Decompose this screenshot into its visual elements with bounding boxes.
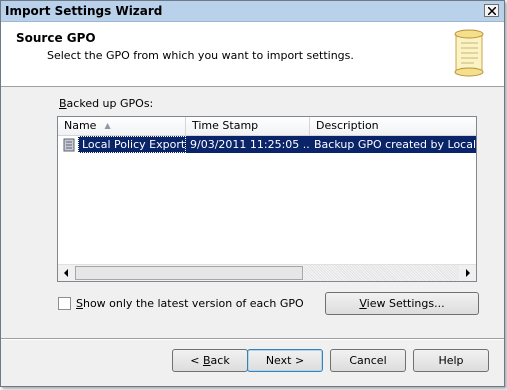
horizontal-scrollbar[interactable]: [58, 264, 476, 281]
sort-ascending-icon: ▲: [104, 121, 111, 130]
gpo-backup-icon: [63, 138, 75, 152]
scrollbar-thumb[interactable]: [75, 266, 303, 280]
close-icon: [488, 7, 496, 15]
row-timestamp: 9/03/2011 11:25:05 ...: [186, 136, 310, 153]
back-button[interactable]: < Back: [172, 349, 248, 372]
close-button[interactable]: [484, 4, 499, 17]
scrollbar-track[interactable]: [304, 265, 459, 281]
latest-version-label[interactable]: Show only the latest version of each GPO: [76, 297, 304, 310]
latest-version-checkbox[interactable]: [58, 297, 71, 310]
page-subtitle: Select the GPO from which you want to im…: [47, 49, 354, 62]
row-name: Local Policy Export: [78, 136, 186, 153]
scroll-left-button[interactable]: [58, 265, 74, 281]
arrow-right-icon: [466, 269, 470, 277]
column-header-timestamp[interactable]: Time Stamp: [186, 117, 310, 135]
title-bar[interactable]: Import Settings Wizard: [1, 1, 504, 22]
list-header: Name ▲ Time Stamp Description: [58, 117, 476, 136]
next-button[interactable]: Next >: [247, 349, 323, 372]
help-button[interactable]: Help: [413, 349, 489, 372]
backed-up-gpos-label: Backed up GPOs:: [59, 97, 154, 110]
arrow-left-icon: [64, 269, 68, 277]
list-item[interactable]: Local Policy Export 9/03/2011 11:25:05 .…: [58, 136, 476, 153]
cancel-button[interactable]: Cancel: [330, 349, 406, 372]
footer-separator: [1, 338, 504, 340]
wizard-header: Source GPO Select the GPO from which you…: [1, 22, 504, 87]
window-title: Import Settings Wizard: [5, 4, 163, 18]
page-title: Source GPO: [16, 31, 96, 45]
view-settings-button[interactable]: View Settings...: [325, 292, 479, 315]
row-description: Backup GPO created by LocalGPO: [310, 136, 476, 153]
scroll-right-button[interactable]: [460, 265, 476, 281]
column-header-description[interactable]: Description: [310, 117, 476, 135]
scroll-icon: [454, 29, 484, 77]
import-settings-wizard-window: Import Settings Wizard Source GPO Select…: [0, 0, 505, 387]
column-header-name[interactable]: Name ▲: [58, 117, 186, 135]
gpo-list[interactable]: Name ▲ Time Stamp Description Local Polic…: [57, 116, 477, 282]
